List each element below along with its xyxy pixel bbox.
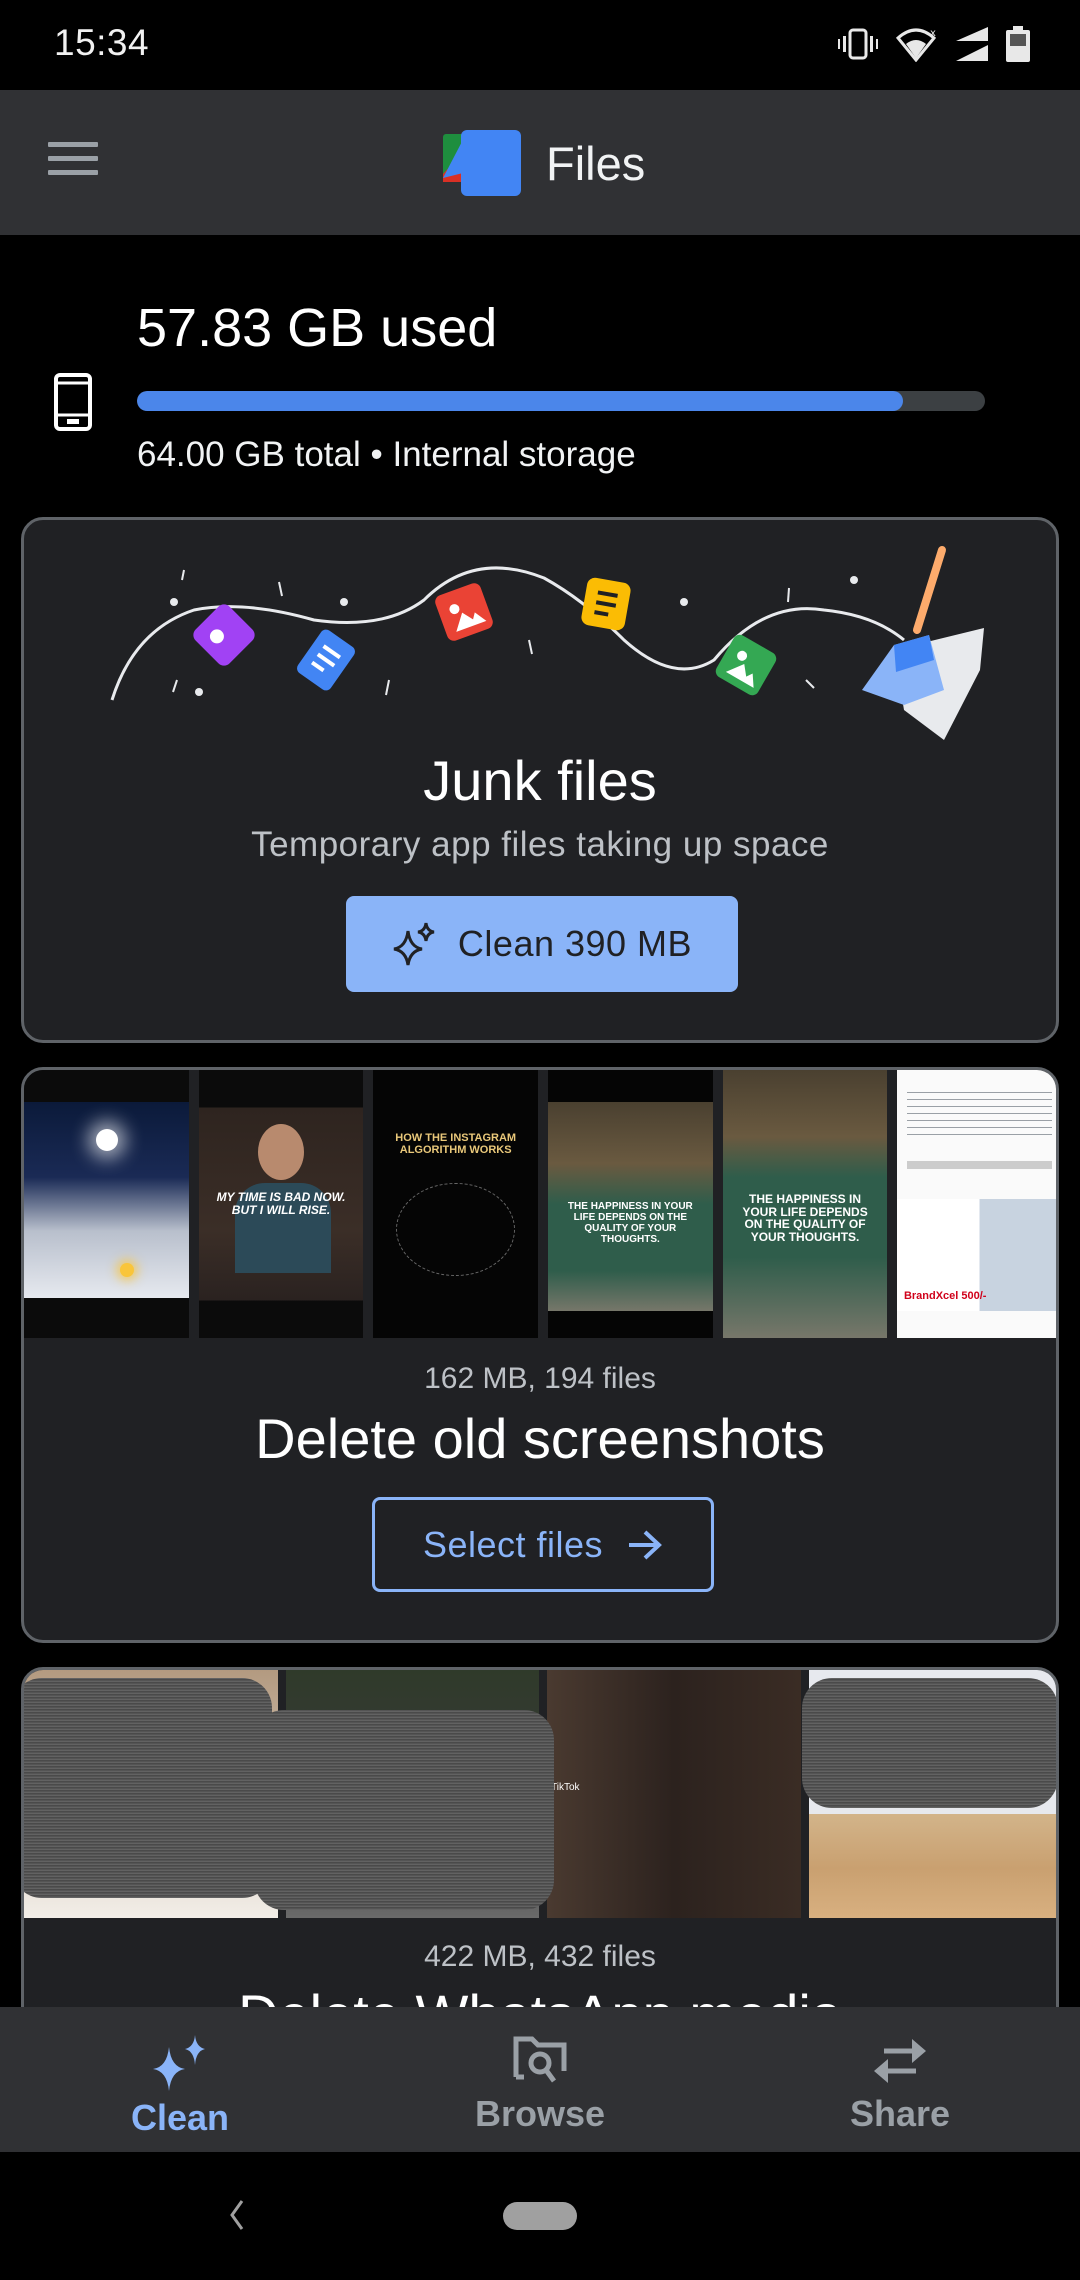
storage-summary[interactable]: 57.83 GB used 64.00 GB total • Internal …	[0, 235, 1080, 505]
home-pill[interactable]	[503, 2202, 577, 2230]
files-logo-icon	[443, 130, 521, 196]
junk-files-subtitle: Temporary app files taking up space	[251, 825, 829, 864]
svg-text:x: x	[930, 28, 936, 39]
thumbnail-caption: BrandXcel 500/-	[903, 1289, 987, 1302]
swap-arrows-icon	[874, 2039, 926, 2083]
thumbnail-caption: HOW THE INSTAGRAM ALGORITHM WORKS	[395, 1131, 517, 1157]
nav-label-browse: Browse	[474, 2093, 606, 2134]
signal-icon	[956, 27, 988, 61]
phone-icon	[54, 373, 92, 431]
notes-file-icon	[581, 577, 631, 631]
storage-used: 57.83 GB used	[137, 298, 498, 358]
audio-file-icon	[193, 604, 255, 666]
app-bar: Files	[0, 90, 1080, 235]
clean-button-label: Clean 390 MB	[457, 923, 693, 964]
status-bar: 15:34 x	[0, 0, 1080, 90]
tiktok-label: TikTok	[551, 1781, 580, 1793]
sparkle-icon	[153, 2035, 205, 2091]
screenshot-thumbnail[interactable]	[24, 1070, 189, 1338]
folder-search-icon	[513, 2036, 567, 2083]
junk-files-card: Junk files Temporary app files taking up…	[21, 517, 1059, 1043]
junk-files-illustration	[110, 546, 984, 740]
nav-tab-browse[interactable]: Browse	[360, 2007, 720, 2152]
storage-progress-fill	[137, 391, 904, 411]
battery-icon	[1006, 26, 1030, 62]
menu-icon[interactable]	[48, 142, 98, 182]
screenshot-thumbnail[interactable]: HOW THE INSTAGRAM ALGORITHM WORKS	[373, 1070, 539, 1338]
screenshot-thumbnail[interactable]: BrandXcel 500/-	[897, 1070, 1056, 1338]
storage-progress-bar	[137, 391, 985, 411]
nav-label-share: Share	[849, 2093, 951, 2134]
select-files-button[interactable]: Select files	[372, 1497, 714, 1592]
redacted-region	[254, 1710, 554, 1910]
select-files-label: Select files	[422, 1523, 604, 1565]
nav-tab-clean[interactable]: Clean	[0, 2007, 360, 2152]
broom-dustpan-icon	[862, 546, 984, 740]
app-title-group: Files	[443, 130, 645, 196]
media-thumbnail[interactable]: TikTok	[547, 1670, 801, 1918]
wifi-icon: x	[896, 28, 937, 62]
thumbnail-caption: THE HAPPINESS IN YOUR LIFE DEPENDS ON TH…	[567, 1201, 693, 1246]
arrow-right-icon	[629, 1530, 662, 1559]
app-title: Files	[546, 136, 646, 190]
sparkle-icon	[393, 922, 435, 966]
system-navigation-bar	[0, 2152, 1080, 2280]
screenshots-title: Delete old screenshots	[255, 1407, 825, 1470]
image-file-icon-red	[435, 583, 493, 641]
document-file-icon	[297, 629, 355, 691]
nav-label-clean: Clean	[130, 2097, 230, 2138]
screenshot-thumbnail[interactable]: THE HAPPINESS IN YOUR LIFE DEPENDS ON TH…	[548, 1070, 713, 1338]
status-time: 15:34	[54, 22, 150, 63]
screenshot-thumbnail[interactable]: MY TIME IS BAD NOW. BUT I WILL RISE.	[198, 1070, 364, 1338]
whatsapp-meta: 422 MB, 432 files	[424, 1940, 656, 1973]
image-file-icon-green	[715, 634, 777, 696]
clean-junk-button[interactable]: Clean 390 MB	[346, 896, 738, 992]
screenshots-meta: 162 MB, 194 files	[424, 1362, 656, 1395]
junk-files-title: Junk files	[423, 749, 657, 812]
nav-tab-share[interactable]: Share	[720, 2007, 1080, 2152]
screenshot-thumbnail[interactable]: THE HAPPINESS IN YOUR LIFE DEPENDS ON TH…	[722, 1070, 888, 1338]
redacted-region	[24, 1678, 272, 1898]
status-icons: x	[838, 26, 1030, 62]
back-icon[interactable]	[228, 2199, 246, 2231]
vibrate-icon	[838, 28, 878, 60]
thumbnail-caption: THE HAPPINESS IN YOUR LIFE DEPENDS ON TH…	[742, 1192, 868, 1245]
thumbnail-caption: MY TIME IS BAD NOW. BUT I WILL RISE.	[216, 1189, 346, 1217]
bottom-navigation: Clean Browse Share	[0, 2007, 1080, 2152]
storage-total: 64.00 GB total • Internal storage	[137, 435, 636, 474]
screenshot-thumbnails: MY TIME IS BAD NOW. BUT I WILL RISE. HOW…	[24, 1070, 1056, 1338]
old-screenshots-card: MY TIME IS BAD NOW. BUT I WILL RISE. HOW…	[21, 1067, 1059, 1643]
redacted-region	[802, 1678, 1056, 1808]
